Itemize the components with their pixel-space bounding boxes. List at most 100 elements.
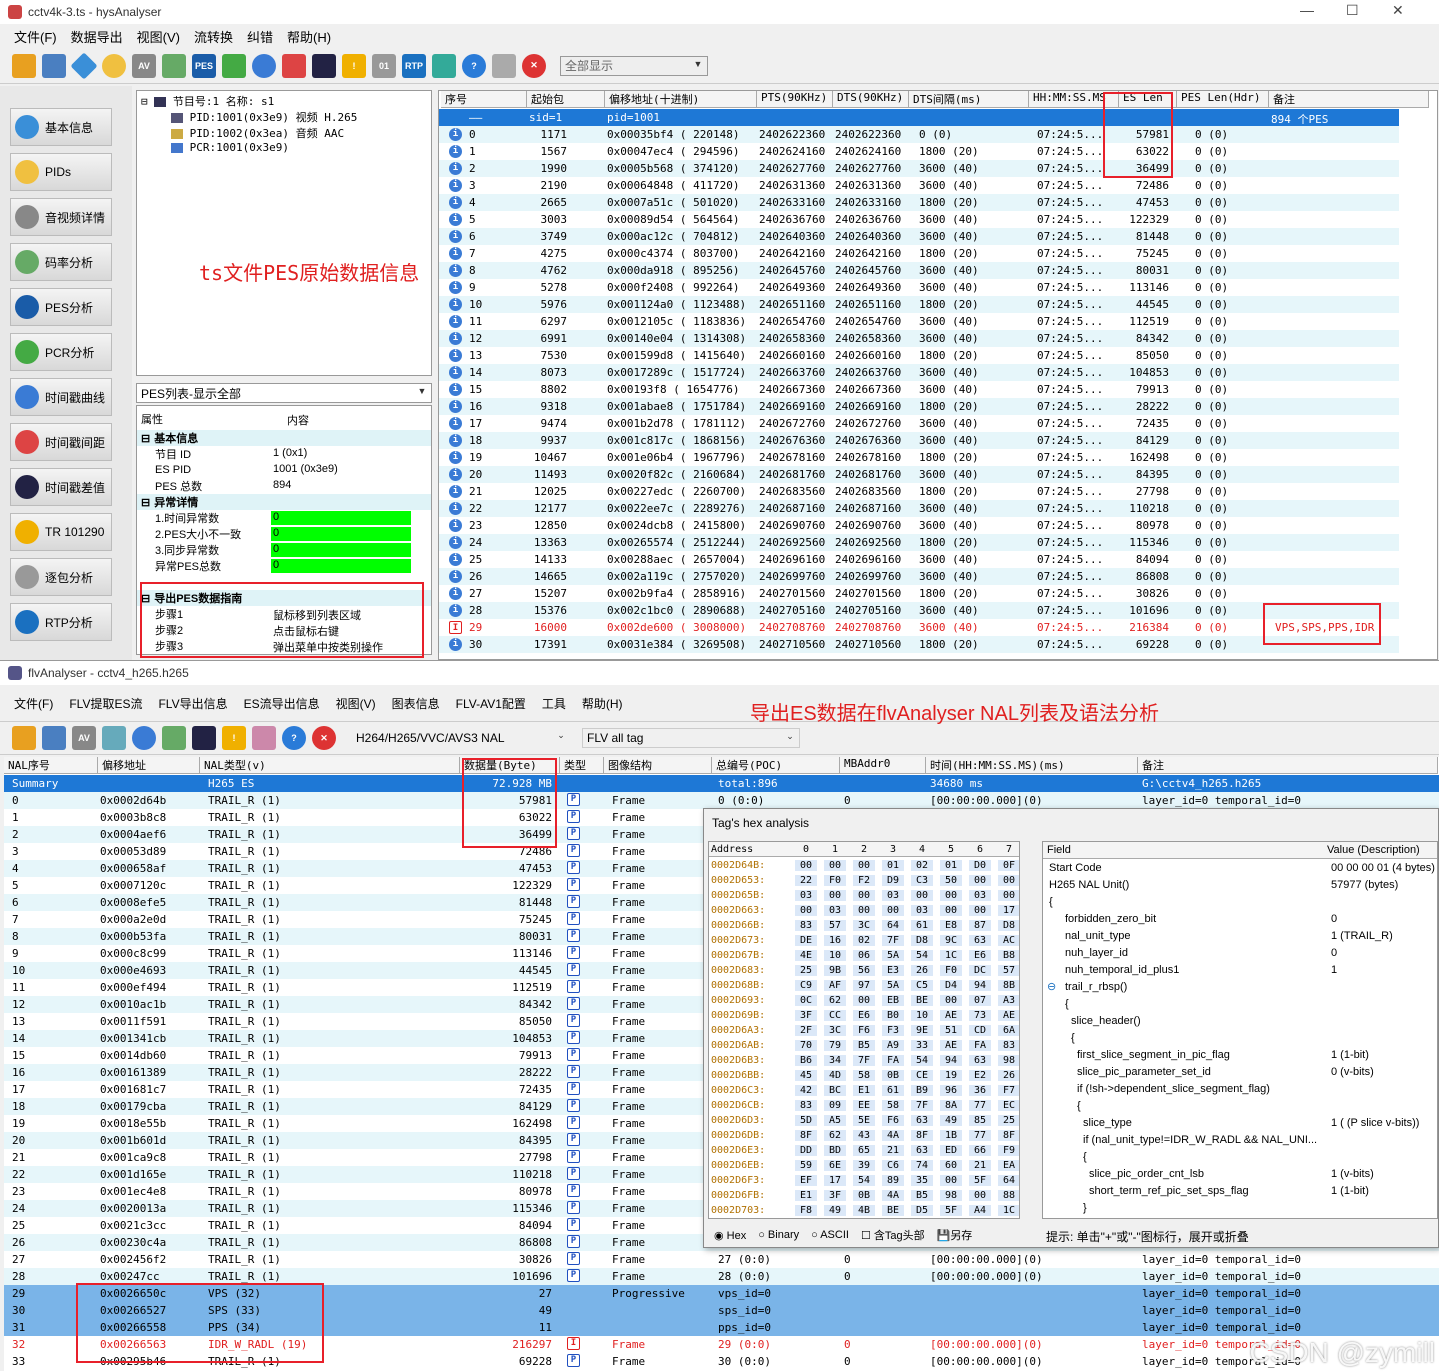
nav-button[interactable]: 时间戳差值 [10, 468, 112, 506]
hex-row[interactable]: 0002D6A3: 2F 3C F6 F3 9E 51 CD 6A [709, 1023, 1019, 1038]
tree-item-audio-pid[interactable]: PID:1002(0x3ea) 音频 AAC [171, 125, 344, 141]
hex-row[interactable]: 0002D703: F8 49 4B BE D5 5F A4 1C [709, 1203, 1019, 1218]
menu-item[interactable]: 工具 [542, 695, 566, 712]
syntax-row[interactable]: Start Code 00 00 00 01 (4 bytes) [1043, 860, 1437, 877]
hex-row[interactable]: 0002D6E3: DD BD 65 21 63 ED 66 F9 [709, 1143, 1019, 1158]
hex-row[interactable]: 0002D64B: 00 00 00 01 02 01 D0 0F [709, 858, 1019, 873]
collapse-icon[interactable]: ⊟ [141, 496, 150, 509]
syntax-row[interactable]: nuh_temporal_id_plus1 1 [1043, 962, 1437, 979]
menu-item[interactable]: FLV-AV1配置 [456, 695, 526, 712]
nav-button[interactable]: PIDs [10, 153, 112, 191]
table-row[interactable]: i 23 12850 0x0024dcb8 ( 2415800) 2402690760 2… [439, 517, 1399, 534]
hex-row[interactable]: 0002D68B: C9 AF 97 5A C5 D4 94 8B [709, 978, 1019, 993]
radio-ascii[interactable]: ○ ASCII [811, 1229, 849, 1241]
column-header[interactable]: 偏移地址(十进制) [605, 91, 757, 108]
menu-item[interactable]: 数据导出 [71, 27, 123, 46]
syntax-row[interactable]: slice_header() [1043, 1013, 1437, 1030]
column-header[interactable]: 时间(HH:MM:SS.MS)(ms) [926, 757, 1138, 774]
open-folder-icon[interactable] [12, 726, 36, 750]
table-row[interactable]: i 11 6297 0x0012105c ( 1183836) 2402654760 24… [439, 313, 1399, 330]
menu-item[interactable]: 视图(V) [137, 27, 180, 46]
menu-item[interactable]: FLV提取ES流 [69, 695, 142, 712]
table-icon[interactable] [102, 726, 126, 750]
help-icon[interactable]: ? [462, 53, 486, 78]
hex-row[interactable]: 0002D66B: 83 57 3C 64 61 E8 87 D8 [709, 918, 1019, 933]
pes-list-combo[interactable]: PES列表-显示全部 ▼ [136, 383, 432, 403]
maximize-icon[interactable]: ☐ [1346, 2, 1359, 19]
column-header[interactable]: 序号 [441, 91, 527, 108]
column-header[interactable]: 偏移地址 [98, 757, 200, 774]
table-row[interactable]: i 18 9937 0x001c817c ( 1868156) 2402676360 24… [439, 432, 1399, 449]
table-row[interactable]: i 28 15376 0x002c1bc0 ( 2890688) 2402705160 2… [439, 602, 1399, 619]
table-row[interactable]: i 26 14665 0x002a119c ( 2757020) 2402699760 2… [439, 568, 1399, 585]
collapse-icon[interactable]: ⊖ [1047, 980, 1056, 993]
nav-button[interactable]: 时间戳间距 [10, 423, 112, 461]
column-header[interactable]: NAL类型(v) [200, 757, 460, 774]
table-row[interactable]: i 21 12025 0x00227edc ( 2260700) 2402683560 2… [439, 483, 1399, 500]
menu-item[interactable]: 图表信息 [392, 695, 440, 712]
waveform-icon[interactable] [192, 726, 216, 750]
syntax-row[interactable]: ⊖ trail_r_rbsp() [1043, 979, 1437, 996]
clock-icon[interactable] [132, 726, 156, 750]
nav-button[interactable]: 基本信息 [10, 108, 112, 146]
syntax-row[interactable]: slice_pic_parameter_set_id 0 (v-bits) [1043, 1064, 1437, 1081]
nal-type-combo[interactable]: H264/H265/VVC/AVS3 NAL ⌄ [352, 728, 570, 748]
network-icon[interactable] [42, 53, 66, 78]
save-as-button[interactable]: 💾另存 [937, 1227, 973, 1243]
menu-item[interactable]: 帮助(H) [287, 27, 331, 46]
stop-icon[interactable]: ✕ [522, 53, 546, 78]
flv-tag-combo[interactable]: FLV all tag ⌄ [582, 728, 800, 748]
menu-item[interactable]: 流转换 [194, 27, 233, 46]
column-header[interactable]: 备注 [1269, 91, 1429, 108]
column-header[interactable]: 类型 [560, 757, 604, 774]
menu-item[interactable]: 文件(F) [14, 695, 53, 712]
radio-binary[interactable]: ○ Binary [758, 1229, 799, 1241]
syntax-field-panel[interactable]: Field Value (Description) Start Code 00 00 … [1042, 841, 1438, 1219]
table-row[interactable]: Summary H265 ES 72.928 MB total:896 34680 ms… [4, 775, 1439, 792]
table-row[interactable]: i 10 5976 0x001124a0 ( 1123488) 2402651160 24… [439, 296, 1399, 313]
table-row[interactable]: i 5 3003 0x00089d54 ( 564564) 2402636760 2402… [439, 211, 1399, 228]
table-row[interactable]: i 20 11493 0x0020f82c ( 2160684) 2402681760 2… [439, 466, 1399, 483]
tree-item-video-pid[interactable]: PID:1001(0x3e9) 视频 H.265 [171, 109, 357, 125]
help-icon[interactable]: ? [282, 726, 306, 750]
syntax-row[interactable]: short_term_ref_pic_set_sps_flag 1 (1-bit) [1043, 1183, 1437, 1200]
menu-item[interactable]: FLV导出信息 [158, 695, 227, 712]
hex-row[interactable]: 0002D683: 25 9B 56 E3 26 F0 DC 57 [709, 963, 1019, 978]
syntax-row[interactable]: { [1043, 1030, 1437, 1047]
menu-item[interactable]: 帮助(H) [582, 695, 623, 712]
bitrate-icon[interactable] [162, 726, 186, 750]
nav-button[interactable]: 码率分析 [10, 243, 112, 281]
table-row[interactable]: i 27 15207 0x002b9fa4 ( 2858916) 2402701560 2… [439, 585, 1399, 602]
av-icon[interactable]: AV [132, 53, 156, 78]
table-row[interactable]: i 12 6991 0x00140e04 ( 1314308) 2402658360 24… [439, 330, 1399, 347]
hex-row[interactable]: 0002D663: 00 03 00 00 03 00 00 17 [709, 903, 1019, 918]
table-row[interactable]: i 13 7530 0x001599d8 ( 1415640) 2402660160 24… [439, 347, 1399, 364]
syntax-row[interactable]: nal_unit_type 1 (TRAIL_R) [1043, 928, 1437, 945]
column-header[interactable]: MBAddr0 [840, 757, 926, 774]
nav-button[interactable]: 音视频详情 [10, 198, 112, 236]
menu-item[interactable]: 视图(V) [336, 695, 376, 712]
hex-row[interactable]: 0002D6D3: 5D A5 5E F6 63 49 85 25 [709, 1113, 1019, 1128]
table-row[interactable]: i 3 2190 0x00064848 ( 411720) 2402631360 2402… [439, 177, 1399, 194]
nav-button[interactable]: RTP分析 [10, 603, 112, 641]
column-header[interactable]: DTS间隔(ms) [909, 91, 1029, 108]
table-row[interactable]: i 7 4275 0x000c4374 ( 803700) 2402642160 2402… [439, 245, 1399, 262]
column-header[interactable]: PTS(90KHz) [757, 91, 833, 108]
table-row[interactable]: 0 0x0002d64b TRAIL_R (1) 57981 P Frame 0 (0:0)… [4, 792, 1439, 809]
pes-icon[interactable]: PES [192, 53, 216, 78]
table-row[interactable]: 27 0x002456f2 TRAIL_R (1) 30826 P Frame 27 (0:… [4, 1251, 1439, 1268]
table-row[interactable]: i 15 8802 0x00193f8 ( 1654776) 2402667360 240… [439, 381, 1399, 398]
table-row[interactable]: i 0 1171 0x00035bf4 ( 220148) 2402622360 2402… [439, 126, 1399, 143]
table-row[interactable]: i 24 13363 0x00265574 ( 2512244) 2402692560 2… [439, 534, 1399, 551]
hex-row[interactable]: 0002D6AB: 70 79 B5 A9 33 AE FA 83 [709, 1038, 1019, 1053]
nav-button[interactable]: PES分析 [10, 288, 112, 326]
column-header[interactable]: DTS(90KHz) [833, 91, 909, 108]
nav-button[interactable]: 时间戳曲线 [10, 378, 112, 416]
table-row[interactable]: i 19 10467 0x001e06b4 ( 1967796) 2402678160 2… [439, 449, 1399, 466]
syntax-row[interactable]: slice_pic_order_cnt_lsb 1 (v-bits) [1043, 1166, 1437, 1183]
table-row[interactable]: i 1 1567 0x00047ec4 ( 294596) 2402624160 2402… [439, 143, 1399, 160]
collapse-icon[interactable]: ⊟ [141, 432, 150, 445]
table-row[interactable]: i 30 17391 0x0031e384 ( 3269508) 2402710560 2… [439, 636, 1399, 653]
menu-item[interactable]: 文件(F) [14, 27, 57, 46]
table-row[interactable]: i 14 8073 0x0017289c ( 1517724) 2402663760 24… [439, 364, 1399, 381]
